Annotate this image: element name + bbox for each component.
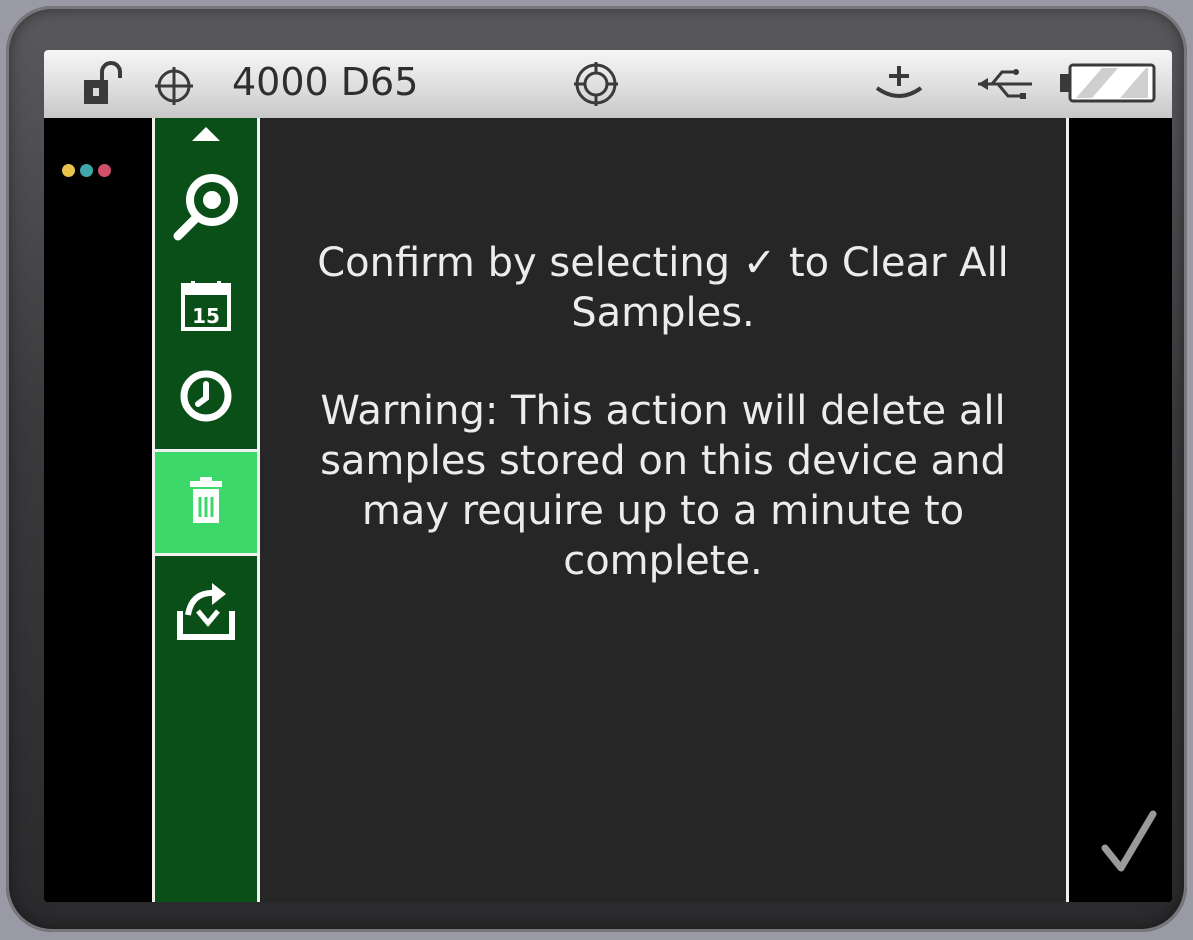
indicator-dot-red — [98, 164, 111, 177]
target-icon[interactable] — [152, 64, 196, 112]
device-bezel: 4000 D65 15 Confirm by selecting ✓ to Cl… — [6, 6, 1187, 932]
export-icon — [174, 581, 238, 647]
battery-icon — [1058, 62, 1158, 108]
warning-text: Warning: This action will delete all sam… — [320, 388, 1006, 584]
main-content: Confirm by selecting ✓ to Clear All Samp… — [260, 118, 1066, 902]
sidebar-item-calendar[interactable]: 15 — [155, 268, 257, 348]
usb-icon — [972, 66, 1038, 106]
left-indicator-strip — [44, 118, 152, 902]
instrument-mode-title: 4000 D65 — [232, 60, 419, 104]
sample-search-icon — [170, 166, 242, 250]
confirm-text: Confirm by selecting ✓ to Clear All Samp… — [317, 240, 1009, 336]
calendar-icon: 15 — [179, 279, 233, 337]
sidebar-item-sample-search[interactable] — [155, 158, 257, 258]
dock-icon — [874, 62, 924, 110]
aperture-icon[interactable] — [572, 60, 620, 112]
sidebar-menu: 15 — [152, 118, 260, 902]
sidebar-scroll-up[interactable] — [155, 122, 257, 150]
sidebar-item-clock[interactable] — [155, 358, 257, 438]
checkmark-icon — [1099, 810, 1159, 882]
scroll-up-icon — [191, 126, 221, 146]
sidebar-item-clear-samples[interactable] — [155, 449, 257, 556]
trash-icon — [188, 476, 224, 529]
confirm-button[interactable] — [1099, 808, 1159, 878]
indicator-dot-teal — [80, 164, 93, 177]
clock-icon — [178, 368, 234, 428]
indicator-dot-yellow — [62, 164, 75, 177]
device-screen: 4000 D65 15 Confirm by selecting ✓ to Cl… — [44, 50, 1172, 902]
indicator-dots — [62, 164, 111, 177]
sidebar-item-export[interactable] — [155, 564, 257, 664]
right-action-strip — [1066, 118, 1172, 902]
confirm-dialog: Confirm by selecting ✓ to Clear All Samp… — [260, 238, 1066, 586]
status-bar: 4000 D65 — [44, 50, 1172, 118]
calendar-day-text: 15 — [192, 304, 220, 328]
unlock-icon[interactable] — [82, 60, 124, 112]
